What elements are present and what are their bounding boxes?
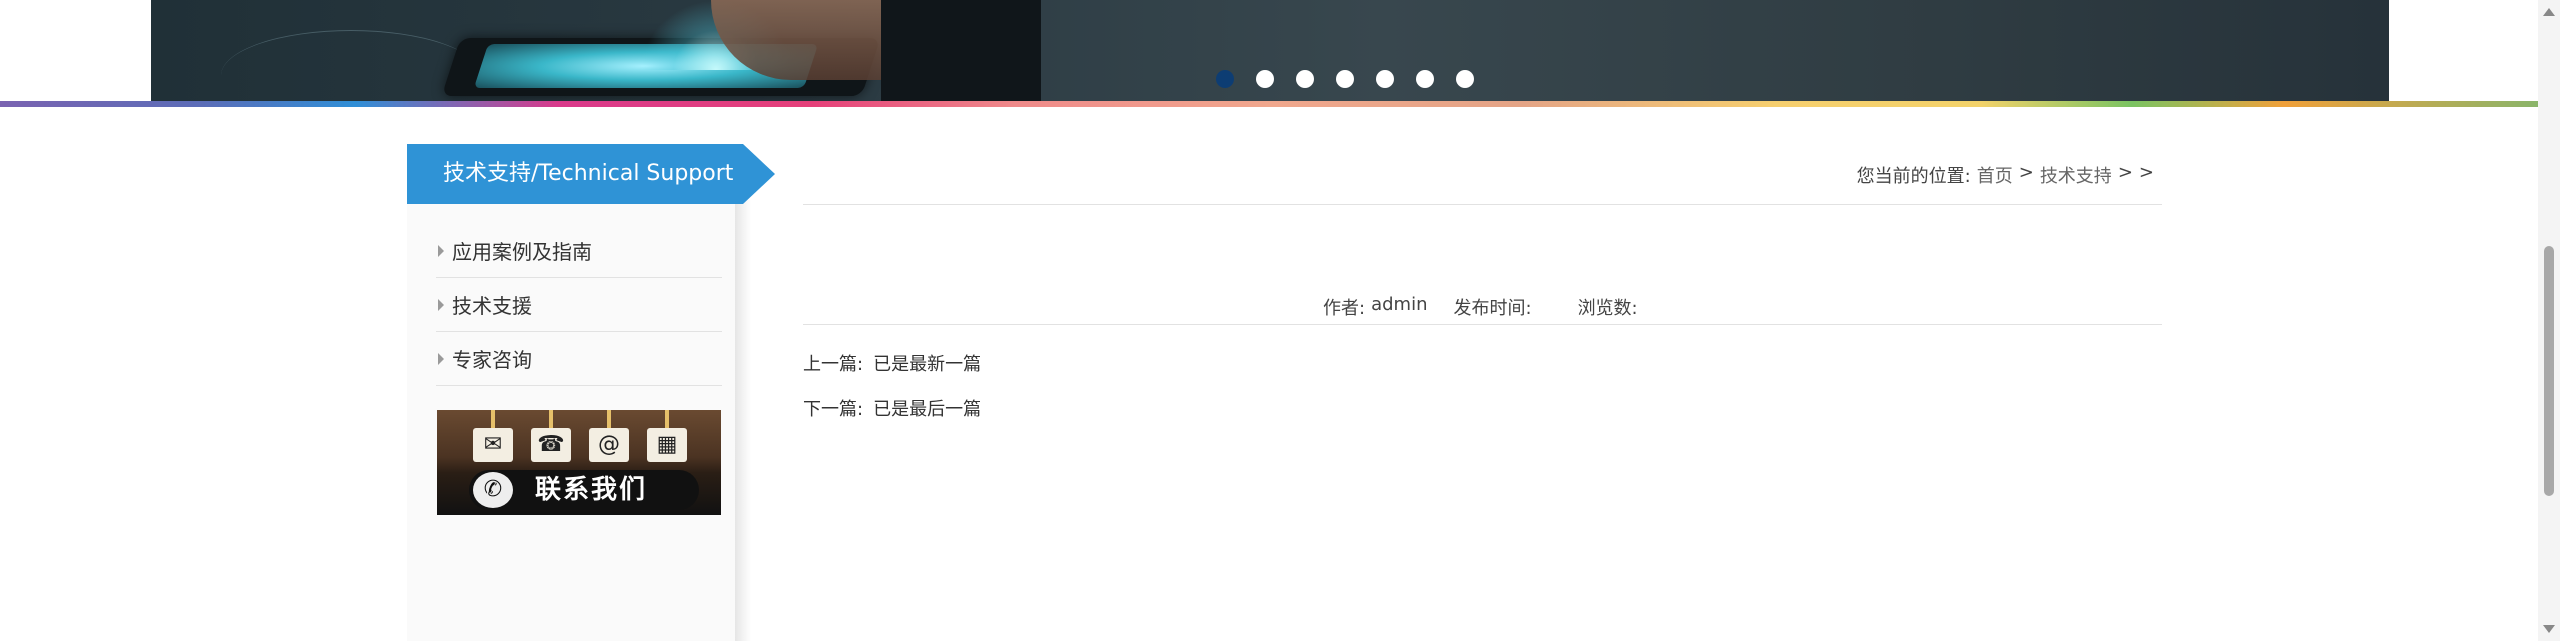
scrollbar-thumb[interactable]: [2544, 246, 2554, 496]
article-meta: 作者: admin 发布时间: 浏览数:: [1323, 294, 1638, 320]
scroll-up-icon[interactable]: [2543, 8, 2555, 16]
slider-dot[interactable]: [1456, 70, 1474, 88]
pin-icon: [549, 410, 553, 428]
mail-icon: ✉: [473, 428, 513, 462]
sidebar: [407, 144, 735, 641]
slider-dot[interactable]: [1256, 70, 1274, 88]
prev-article-value: 已是最新一篇: [873, 354, 982, 375]
slider-dot[interactable]: [1376, 70, 1394, 88]
rainbow-divider: [0, 101, 2538, 107]
caret-right-icon: [438, 244, 444, 257]
next-article-value: 已是最后一篇: [873, 399, 982, 420]
prev-article-label: 上一篇:: [803, 354, 864, 375]
author-value: admin: [1371, 294, 1428, 315]
scroll-down-icon[interactable]: [2543, 625, 2555, 633]
sidebar-shadow: [735, 200, 751, 641]
breadcrumb-prefix: 您当前的位置:: [1856, 166, 1971, 187]
breadcrumb-divider: [803, 204, 2162, 205]
pin-icon: [665, 410, 669, 428]
breadcrumb: 您当前的位置: 首页 > 技术支持 > >: [1857, 162, 2154, 188]
contact-label: 联系我们: [535, 475, 648, 505]
sidebar-item-label: 应用案例及指南: [452, 240, 592, 264]
vertical-scrollbar[interactable]: [2538, 0, 2560, 641]
views-label: 浏览数:: [1577, 298, 1638, 319]
phone-icon: ✆: [473, 472, 513, 508]
at-icon: @: [589, 428, 629, 462]
sidebar-item-support[interactable]: 技术支援: [436, 278, 722, 332]
slider-dot[interactable]: [1336, 70, 1354, 88]
breadcrumb-separator: >: [2117, 162, 2133, 183]
banner-sleeve-image: [881, 0, 1041, 102]
slider-dot[interactable]: [1416, 70, 1434, 88]
breadcrumb-home-link[interactable]: 首页: [1977, 162, 2013, 188]
telephone-icon: ☎: [531, 428, 571, 462]
sidebar-item-expert[interactable]: 专家咨询: [436, 332, 722, 386]
sidebar-item-label: 专家咨询: [452, 348, 532, 372]
pin-icon: [607, 410, 611, 428]
contact-us-banner[interactable]: ✉ ☎ @ ▦ ✆ 联系我们: [437, 410, 721, 515]
pin-icon: [491, 410, 495, 428]
caret-right-icon: [438, 298, 444, 311]
next-article-label: 下一篇:: [803, 399, 864, 420]
slider-dot[interactable]: [1296, 70, 1314, 88]
author-label: 作者:: [1323, 298, 1366, 319]
breadcrumb-separator: >: [2138, 162, 2154, 183]
banner-decor-line: [221, 30, 481, 102]
meta-divider: [803, 324, 2162, 325]
prev-article: 上一篇: 已是最新一篇: [803, 350, 981, 376]
breadcrumb-section-link[interactable]: 技术支持: [2040, 162, 2112, 188]
publish-time-label: 发布时间:: [1453, 298, 1532, 319]
sidebar-menu: 应用案例及指南 技术支援 专家咨询: [436, 224, 722, 386]
sidebar-item-label: 技术支援: [452, 294, 532, 318]
page: 技术支持/Technical Support 应用案例及指南 技术支援 专家咨询…: [0, 0, 2560, 641]
slider-dot[interactable]: [1216, 70, 1234, 88]
caret-right-icon: [438, 352, 444, 365]
sidebar-title: 技术支持/Technical Support: [407, 144, 775, 204]
sidebar-item-cases[interactable]: 应用案例及指南: [436, 224, 722, 278]
slider-pagination: [1216, 70, 1474, 88]
next-article: 下一篇: 已是最后一篇: [803, 395, 981, 421]
breadcrumb-separator: >: [2018, 162, 2034, 183]
fax-icon: ▦: [647, 428, 687, 462]
